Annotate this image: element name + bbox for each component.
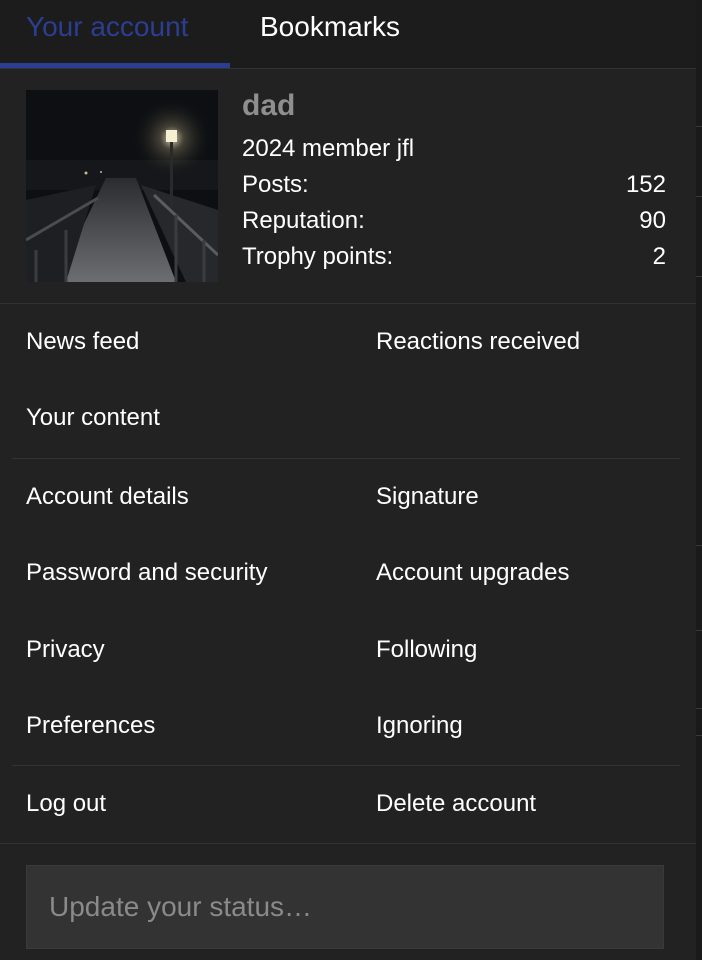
status-input[interactable] <box>27 866 663 948</box>
tab-your-account[interactable]: Your account <box>0 0 230 68</box>
background-page-edge <box>696 0 702 960</box>
avatar-image <box>26 90 218 282</box>
menu-ignoring[interactable]: Ignoring <box>376 712 463 740</box>
menu-divider <box>12 458 680 459</box>
account-menu-panel: Your account Bookmarks dad 2024 member j… <box>0 0 702 960</box>
background-divider <box>696 708 702 709</box>
menu-following[interactable]: Following <box>376 636 477 664</box>
background-divider <box>696 126 702 127</box>
stat-value: 90 <box>639 207 666 234</box>
member-title: 2024 member jfl <box>242 135 415 162</box>
background-divider <box>696 196 702 197</box>
menu-privacy[interactable]: Privacy <box>26 636 105 664</box>
background-divider <box>696 545 702 546</box>
profile-summary: dad 2024 member jfl Posts: 152 Reputatio… <box>0 69 696 304</box>
menu-delete-account[interactable]: Delete account <box>376 790 536 818</box>
account-tabs: Your account Bookmarks <box>0 0 696 69</box>
menu-preferences[interactable]: Preferences <box>26 712 155 740</box>
stat-value: 152 <box>625 171 666 198</box>
menu-log-out[interactable]: Log out <box>26 790 106 818</box>
status-box <box>26 865 664 949</box>
stat-label: Posts: <box>242 171 309 198</box>
menu-account-upgrades[interactable]: Account upgrades <box>376 559 569 587</box>
stat-value: 2 <box>652 243 666 270</box>
menu-password-and-security[interactable]: Password and security <box>26 559 267 587</box>
stat-trophy-points: Trophy points: 2 <box>242 243 666 273</box>
stat-reputation: Reputation: 90 <box>242 207 666 237</box>
status-divider <box>0 843 696 844</box>
stat-label: Reputation: <box>242 207 365 234</box>
stat-posts: Posts: 152 <box>242 171 666 201</box>
menu-your-content[interactable]: Your content <box>26 404 160 432</box>
menu-signature[interactable]: Signature <box>376 483 479 511</box>
tab-bookmarks[interactable]: Bookmarks <box>260 0 460 68</box>
background-divider <box>696 630 702 631</box>
stat-label: Trophy points: <box>242 243 394 270</box>
menu-reactions-received[interactable]: Reactions received <box>376 328 580 356</box>
username[interactable]: dad <box>242 89 295 123</box>
background-divider <box>696 276 702 277</box>
menu-account-details[interactable]: Account details <box>26 483 189 511</box>
avatar[interactable] <box>26 90 218 282</box>
background-divider <box>696 735 702 736</box>
menu-news-feed[interactable]: News feed <box>26 328 139 356</box>
menu-divider <box>12 765 680 766</box>
